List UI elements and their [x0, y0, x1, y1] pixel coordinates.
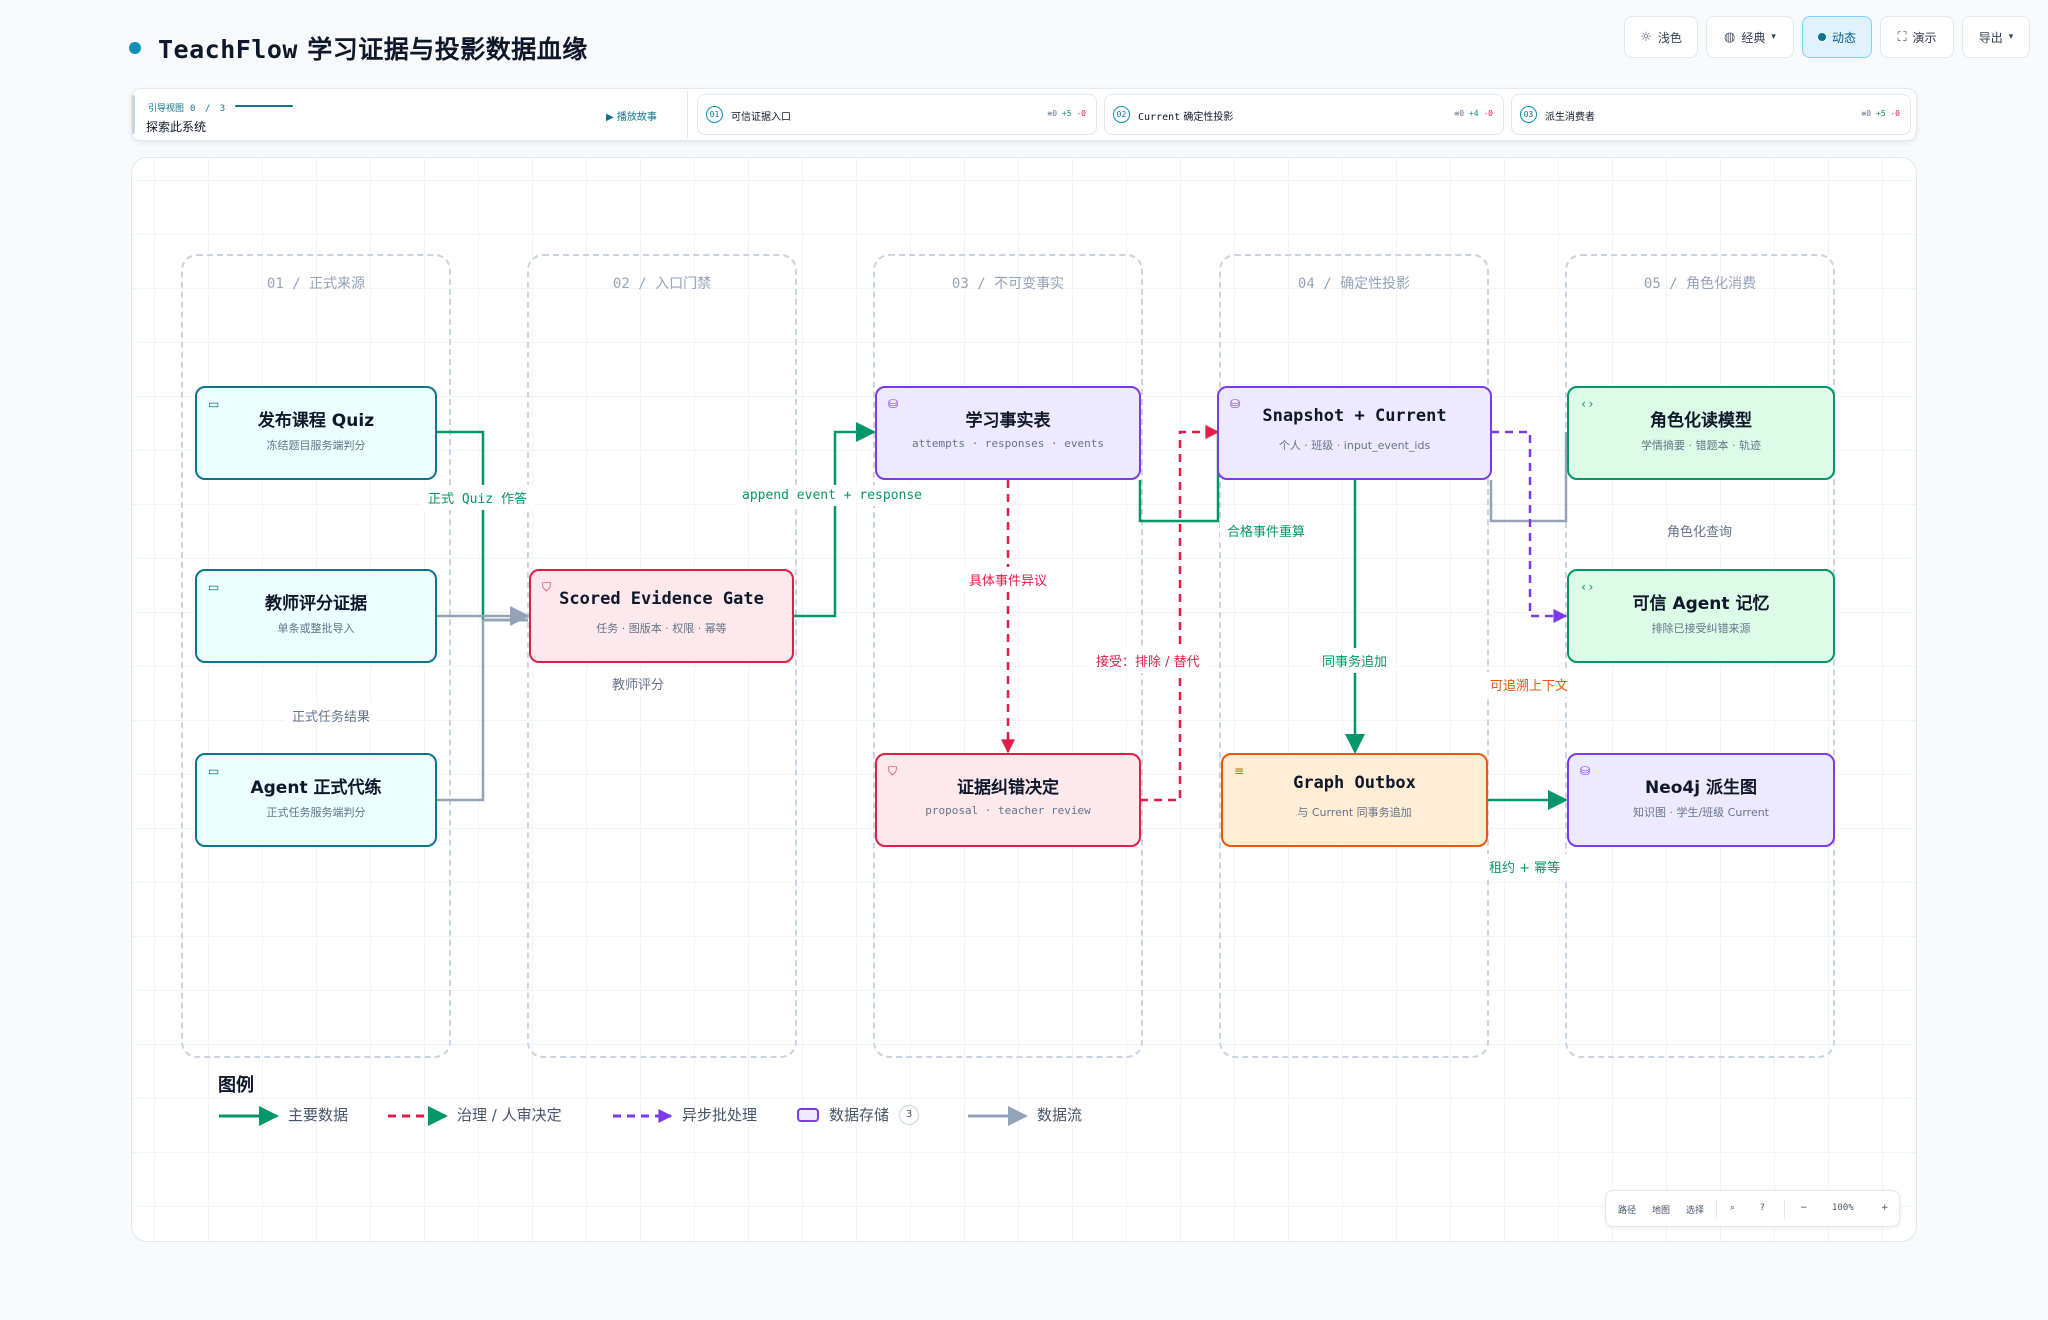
legend-main: 主要数据: [288, 1106, 349, 1124]
legend-flow: 数据流: [1037, 1106, 1083, 1124]
path-button[interactable]: 路径: [1618, 1203, 1636, 1216]
edge-label-lease: 租约 + 幂等: [1482, 854, 1568, 879]
node-publish-quiz[interactable]: ▭ 发布课程 Quiz 冻结题目服务端判分: [195, 386, 437, 480]
zoom-in-button[interactable]: +: [1881, 1203, 1889, 1213]
divider: [1784, 1200, 1785, 1219]
store-swatch-icon: [797, 1107, 819, 1122]
select-button[interactable]: 选择: [1686, 1203, 1704, 1216]
edge-label-accept: 接受：排除 / 替代: [1089, 648, 1207, 673]
zoom-out-button[interactable]: −: [1800, 1203, 1808, 1213]
zoom-toolbar: 路径 地图 选择 ⌕ ? − 100% +: [1605, 1190, 1900, 1227]
edge-accept: [1140, 425, 1220, 802]
edge-label-dispute: 具体事件异议: [962, 567, 1055, 592]
legend-store: 数据存储 3: [797, 1104, 920, 1125]
edge-label-role-query: 角色化查询: [1660, 518, 1740, 543]
edge-formal-task: [437, 618, 528, 802]
edge-label-traceable: 可追溯上下文: [1483, 672, 1576, 697]
edge-traceable: [1491, 430, 1568, 623]
search-icon[interactable]: ⌕: [1730, 1203, 1735, 1213]
help-icon[interactable]: ?: [1760, 1203, 1765, 1213]
node-neo4j-graph[interactable]: ⛁ Neo4j 派生图 知识图 · 学生/班级 Current: [1567, 753, 1835, 847]
node-teacher-score[interactable]: ▭ 教师评分证据 单条或整批导入: [195, 569, 437, 663]
node-graph-outbox[interactable]: ≡ Graph Outbox 与 Current 同事务追加: [1221, 753, 1488, 847]
node-role-read-model[interactable]: ‹› 角色化读模型 学情摘要 · 错题本 · 轨迹: [1567, 386, 1835, 480]
legend-title: 图例: [218, 1075, 254, 1096]
node-correction-decision[interactable]: ⛉ 证据纠错决定 proposal · teacher review: [875, 753, 1141, 847]
store-count-badge: 3: [899, 1104, 920, 1125]
edge-formal-quiz: [437, 430, 528, 622]
legend-async: 异步批处理: [682, 1106, 758, 1124]
node-learning-facts[interactable]: ⛁ 学习事实表 attempts · responses · events: [875, 386, 1141, 480]
zoom-level: 100%: [1832, 1203, 1854, 1213]
legend-governance: 治理 / 人审决定: [457, 1106, 562, 1124]
node-snapshot-current[interactable]: ⛁ Snapshot + Current 个人 · 班级 · input_eve…: [1217, 386, 1492, 480]
edge-label-append: append event + response: [735, 485, 930, 506]
node-agent-practice[interactable]: ▭ Agent 正式代练 正式任务服务端判分: [195, 753, 437, 847]
node-evidence-gate[interactable]: ⛉ Scored Evidence Gate 任务 · 图版本 · 权限 · 幂…: [529, 569, 794, 663]
map-button[interactable]: 地图: [1652, 1203, 1670, 1216]
edge-label-recompute: 合格事件重算: [1220, 518, 1313, 543]
edge-role-query: [1489, 432, 1568, 523]
edge-append: [794, 422, 876, 618]
edge-label-formal-quiz: 正式 Quiz 作答: [421, 485, 534, 510]
node-agent-memory[interactable]: ‹› 可信 Agent 记忆 排除已接受纠错来源: [1567, 569, 1835, 663]
divider: [1716, 1200, 1717, 1219]
edge-label-same-tx: 同事务追加: [1315, 648, 1395, 673]
edge-label-formal-task: 正式任务结果: [285, 703, 378, 728]
edge-label-teacher-score: 教师评分: [605, 671, 672, 696]
